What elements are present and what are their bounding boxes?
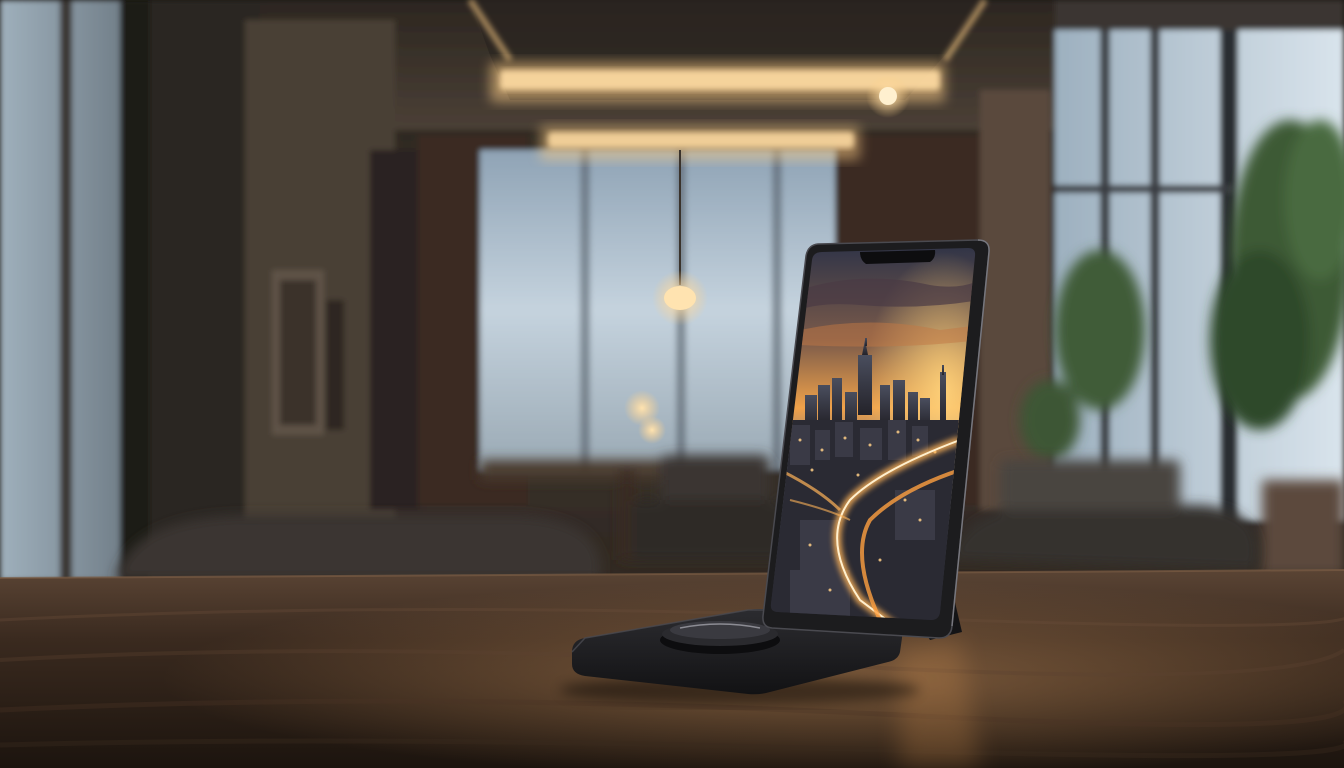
scene-canvas — [0, 0, 1344, 768]
photo-scene — [0, 0, 1344, 768]
